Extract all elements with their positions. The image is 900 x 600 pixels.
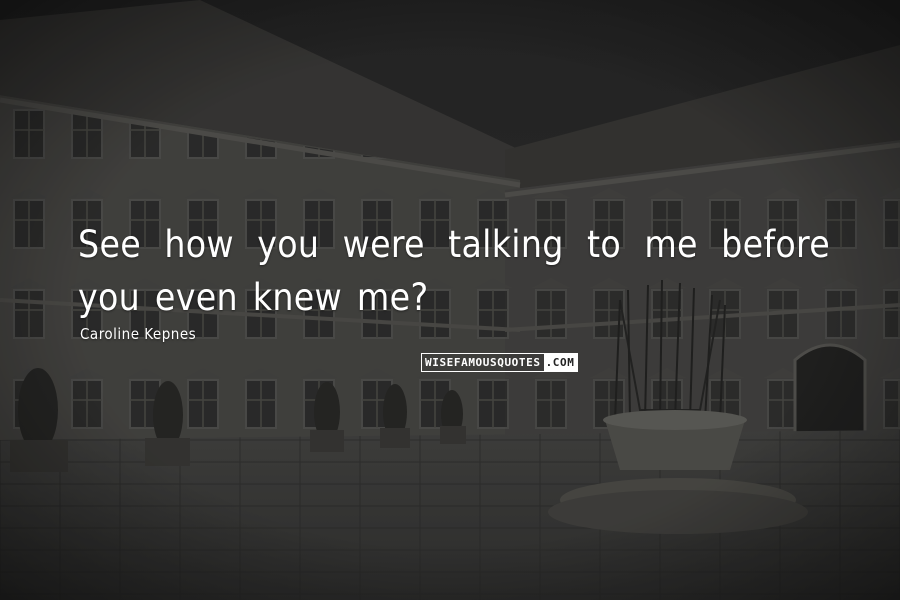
quote-author: Caroline Kepnes: [80, 325, 197, 343]
watermark-text: WISEFAMOUSQUOTES: [425, 356, 541, 369]
quote-text: See how you were talking to me before yo…: [78, 223, 830, 319]
watermark-logo: WISEFAMOUSQUOTES .COM: [421, 353, 579, 372]
watermark-domain: .COM: [543, 354, 578, 371]
quote-block: See how you were talking to me before yo…: [78, 218, 830, 324]
